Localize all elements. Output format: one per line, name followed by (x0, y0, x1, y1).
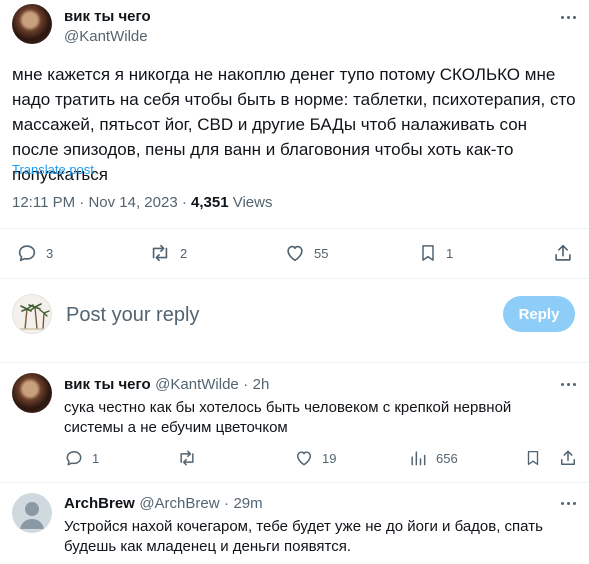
divider (0, 362, 589, 363)
repost-action[interactable] (176, 448, 206, 468)
reply-count: 3 (46, 245, 54, 261)
tweet-date[interactable]: Nov 14, 2023 (88, 194, 177, 211)
repost-count: 2 (180, 245, 188, 261)
share-icon (555, 244, 571, 261)
translate-link[interactable]: Translate post (12, 162, 94, 177)
views-count: 656 (436, 450, 458, 466)
more-icon[interactable] (561, 502, 576, 505)
reply-author-name[interactable]: ArchBrew (64, 495, 135, 512)
reply-count: 1 (92, 450, 100, 466)
share-action[interactable] (552, 242, 574, 264)
meta-separator: · (79, 194, 85, 211)
reply-avatar[interactable] (12, 493, 52, 533)
bookmark-icon (422, 245, 434, 261)
author-name[interactable]: вик ты чего (64, 8, 151, 25)
reply-input[interactable]: Post your reply (66, 304, 486, 330)
user-avatar[interactable] (12, 294, 52, 334)
tweet-meta: 12:11 PM · Nov 14, 2023 · 4,351 Views (12, 194, 272, 211)
reply-action[interactable]: 3 (16, 242, 53, 264)
meta-separator: · (243, 376, 249, 393)
default-profile-icon (20, 502, 44, 529)
reply-icon (18, 245, 36, 262)
reply-header: вик ты чего @KantWilde · 2h (64, 376, 269, 394)
like-icon (297, 451, 311, 466)
views-label: Views (232, 194, 273, 211)
share-icon (561, 450, 575, 465)
tweet-time[interactable]: 12:11 PM (12, 194, 75, 211)
more-icon[interactable] (561, 383, 576, 386)
bookmark-action[interactable]: 1 (418, 242, 453, 264)
tweet-text: мне кажется я никогда не накоплю денег т… (12, 65, 576, 184)
repost-icon (180, 450, 194, 466)
reply-author-handle[interactable]: @KantWilde (155, 376, 239, 393)
divider (0, 228, 589, 229)
like-action[interactable]: 55 (284, 242, 328, 264)
author-avatar[interactable] (12, 4, 52, 44)
views-icon (411, 451, 426, 466)
palm-trees-image (17, 303, 50, 330)
views-count[interactable]: 4,351 (191, 194, 229, 211)
meta-separator: · (181, 194, 187, 211)
like-count: 55 (314, 245, 329, 261)
reply-header: ArchBrew @ArchBrew · 29m (64, 495, 263, 513)
share-action[interactable] (558, 448, 578, 468)
repost-icon (152, 244, 168, 262)
reply-author-name[interactable]: вик ты чего (64, 376, 151, 393)
repost-action[interactable]: 2 (148, 242, 187, 264)
reply-text: Устройся нахой кочегаром, тебе будет уже… (64, 518, 543, 555)
reply-time[interactable]: 29m (233, 495, 262, 512)
bookmark-count: 1 (446, 245, 454, 261)
bookmark-action[interactable] (524, 448, 542, 468)
bookmark-icon (527, 450, 539, 466)
reply-button[interactable]: Reply (503, 296, 575, 332)
reply-text: сука честно как бы хотелось быть человек… (64, 399, 512, 436)
author-handle[interactable]: @KantWilde (64, 28, 148, 45)
like-action[interactable]: 19 (294, 448, 336, 468)
views-action[interactable]: 656 (408, 448, 458, 468)
reply-time[interactable]: 2h (253, 376, 270, 393)
reply-author-handle[interactable]: @ArchBrew (139, 495, 219, 512)
reply-avatar[interactable] (12, 373, 52, 413)
reply-action[interactable]: 1 (64, 448, 99, 468)
divider (0, 482, 589, 483)
like-icon (287, 245, 303, 262)
like-count: 19 (322, 450, 337, 466)
divider (0, 278, 589, 279)
meta-separator: · (224, 495, 230, 512)
more-icon[interactable] (561, 16, 576, 19)
reply-icon (66, 451, 82, 466)
